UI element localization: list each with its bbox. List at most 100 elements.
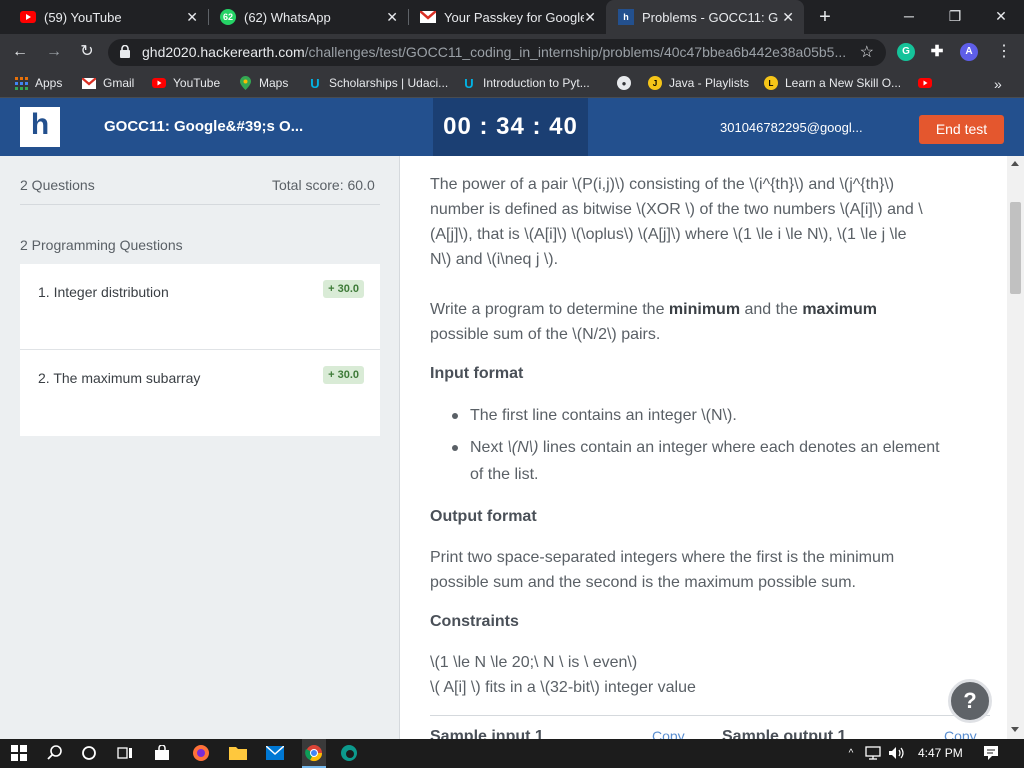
tab-whatsapp[interactable]: 62 (62) WhatsApp ✕ bbox=[208, 0, 408, 34]
countdown-timer: 00 : 34 : 40 bbox=[433, 98, 588, 156]
browser-toolbar: ← → ↻ ghd2020.hackerearth.com/challenges… bbox=[0, 34, 1024, 70]
close-icon[interactable]: ✕ bbox=[782, 9, 794, 26]
questions-count: 2 Questions bbox=[20, 177, 95, 193]
help-button[interactable]: ? bbox=[948, 679, 992, 723]
close-icon[interactable]: ✕ bbox=[186, 9, 198, 26]
close-icon[interactable]: ✕ bbox=[386, 9, 398, 26]
menu-kebab-icon[interactable]: ⋮ bbox=[992, 40, 1016, 64]
profile-avatar[interactable]: A bbox=[960, 43, 978, 61]
section-label: 2 Programming Questions bbox=[20, 237, 183, 253]
chrome-icon[interactable] bbox=[302, 739, 326, 768]
windows-start-icon[interactable] bbox=[10, 744, 28, 762]
extensions-puzzle-icon[interactable]: ✚ bbox=[928, 43, 946, 61]
bookmark-star-icon[interactable]: ☆ bbox=[860, 42, 874, 62]
bookmark-youtube-2[interactable] bbox=[918, 76, 939, 90]
hackerearth-logo[interactable]: h bbox=[20, 107, 60, 147]
chevron-up-icon[interactable]: ^ bbox=[842, 744, 860, 762]
task-text: and the bbox=[740, 301, 803, 318]
back-arrow-icon[interactable]: ← bbox=[8, 40, 32, 64]
firefox-icon[interactable] bbox=[192, 744, 210, 762]
youtube-icon bbox=[20, 9, 36, 25]
problem-intro: The power of a pair \(P(i,j)\) consistin… bbox=[430, 172, 990, 272]
task-max-bold: maximum bbox=[802, 301, 878, 318]
file-explorer-icon[interactable] bbox=[229, 744, 247, 762]
problem-text-line: N\) and \(i\neq j \). bbox=[430, 251, 559, 268]
sample-output-label: Sample output 1 bbox=[722, 728, 847, 739]
end-test-button[interactable]: End test bbox=[919, 115, 1004, 144]
store-bag-icon[interactable] bbox=[153, 744, 171, 762]
scroll-up-arrow-icon[interactable] bbox=[1011, 161, 1019, 166]
grammarly-extension-icon[interactable]: G bbox=[897, 43, 915, 61]
input-bullet-2: Next \(N\) lines contain an integer wher… bbox=[470, 434, 990, 488]
bookmark-apps[interactable]: Apps bbox=[14, 76, 62, 90]
scroll-down-arrow-icon[interactable] bbox=[1011, 727, 1019, 732]
bookmark-java-playlists[interactable]: J Java - Playlists bbox=[648, 76, 749, 90]
bookmark-scholarships-udacity[interactable]: U Scholarships | Udaci... bbox=[308, 75, 449, 91]
total-score: Total score: 60.0 bbox=[272, 177, 375, 193]
bullet-text: Next bbox=[470, 439, 508, 456]
problem-text-line: (A[j]\), that is \(A[i]\) \(\oplus\) \(A… bbox=[430, 226, 907, 243]
globe-icon: ● bbox=[617, 76, 631, 90]
constraints-heading: Constraints bbox=[430, 613, 519, 630]
close-window-button[interactable]: ✕ bbox=[978, 0, 1024, 34]
bookmark-globe[interactable]: ● bbox=[617, 76, 638, 90]
copy-sample-output-button[interactable]: Copy bbox=[944, 728, 977, 739]
question-title: 2. The maximum subarray bbox=[38, 370, 201, 386]
volume-icon[interactable] bbox=[888, 744, 906, 762]
bookmarks-overflow-chevron-icon[interactable]: » bbox=[994, 76, 1002, 92]
output-text-line: possible sum and the second is the maxim… bbox=[430, 574, 856, 591]
bullet-icon bbox=[452, 445, 458, 451]
restore-button[interactable]: ❐ bbox=[932, 0, 978, 34]
minimize-button[interactable]: ─ bbox=[886, 0, 932, 34]
task-text: possible sum of the \(N/2\) pairs. bbox=[430, 326, 661, 343]
bookmark-maps[interactable]: Maps bbox=[238, 76, 288, 90]
tab-title: Problems - GOCC11: Goo bbox=[642, 9, 778, 25]
problem-text-line: number is defined as bitwise \(XOR \) of… bbox=[430, 201, 923, 218]
bookmark-gmail[interactable]: Gmail bbox=[82, 76, 134, 90]
copy-sample-input-button[interactable]: Copy bbox=[652, 728, 685, 739]
notifications-icon[interactable] bbox=[982, 744, 1000, 762]
udacity-icon: U bbox=[310, 75, 320, 91]
task-view-icon[interactable] bbox=[116, 744, 134, 762]
bullet-text-italic: \(N\) bbox=[507, 439, 539, 456]
bookmark-intro-python[interactable]: U Introduction to Pyt... bbox=[462, 76, 589, 91]
output-format-text: Print two space-separated integers where… bbox=[430, 545, 990, 595]
new-tab-button[interactable]: + bbox=[812, 4, 838, 30]
bookmark-label: YouTube bbox=[173, 76, 221, 90]
bookmark-label: Scholarships | Udaci... bbox=[329, 76, 449, 90]
page-scrollbar[interactable] bbox=[1007, 156, 1024, 739]
tab-gmail-passkey[interactable]: Your Passkey for Google ✕ bbox=[408, 0, 606, 34]
question-item-maximum-subarray[interactable]: 2. The maximum subarray + 30.0 bbox=[20, 350, 380, 436]
network-icon[interactable] bbox=[864, 744, 882, 762]
url-text: ghd2020.hackerearth.com/challenges/test/… bbox=[142, 44, 847, 60]
input-format-heading: Input format bbox=[430, 365, 524, 382]
search-icon[interactable] bbox=[46, 744, 64, 762]
task-min-bold: minimum bbox=[668, 301, 741, 318]
youtube-icon bbox=[918, 76, 932, 90]
java-icon: J bbox=[648, 76, 662, 90]
scroll-thumb[interactable] bbox=[1010, 202, 1021, 294]
question-item-integer-distribution[interactable]: 1. Integer distribution + 30.0 bbox=[20, 264, 380, 350]
bookmark-youtube[interactable]: YouTube bbox=[152, 76, 220, 90]
mail-icon[interactable] bbox=[266, 744, 284, 762]
maps-pin-icon bbox=[238, 76, 252, 90]
question-title: 1. Integer distribution bbox=[38, 284, 169, 300]
lock-icon bbox=[120, 45, 130, 58]
bookmark-label: Maps bbox=[259, 76, 289, 90]
tab-youtube[interactable]: (59) YouTube ✕ bbox=[8, 0, 208, 34]
user-email[interactable]: 301046782295@googl... bbox=[720, 120, 863, 135]
problem-statement: The power of a pair \(P(i,j)\) consistin… bbox=[400, 156, 1007, 739]
cortana-icon[interactable] bbox=[80, 744, 98, 762]
bullet-icon bbox=[452, 413, 458, 419]
test-title: GOCC11: Google&#39;s O... bbox=[104, 118, 304, 135]
close-icon[interactable]: ✕ bbox=[584, 9, 596, 26]
edge-icon[interactable] bbox=[340, 744, 358, 762]
reload-icon[interactable]: ↻ bbox=[75, 40, 99, 64]
system-clock[interactable]: 4:47 PM bbox=[918, 746, 963, 760]
apps-grid-icon bbox=[14, 76, 28, 90]
output-text-line: Print two space-separated integers where… bbox=[430, 549, 895, 566]
bookmark-learn-skill[interactable]: L Learn a New Skill O... bbox=[764, 76, 901, 90]
forward-arrow-icon[interactable]: → bbox=[42, 40, 66, 64]
address-bar[interactable]: ghd2020.hackerearth.com/challenges/test/… bbox=[108, 39, 886, 66]
tab-problems-active[interactable]: h Problems - GOCC11: Goo ✕ bbox=[606, 0, 804, 34]
